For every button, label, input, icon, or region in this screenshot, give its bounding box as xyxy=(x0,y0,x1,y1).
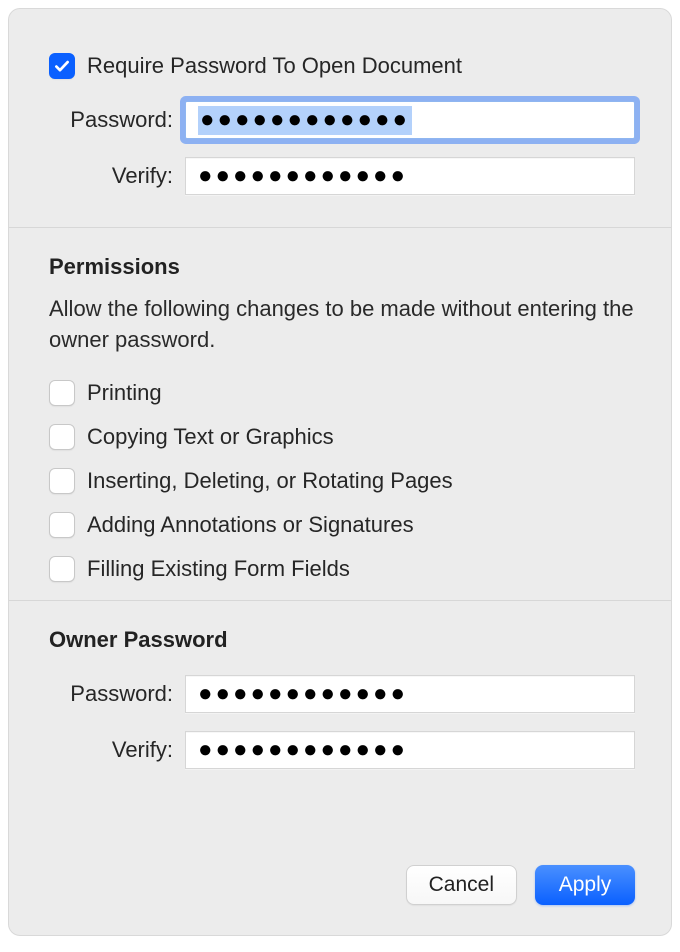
owner-verify-label: Verify: xyxy=(49,737,185,763)
open-verify-label: Verify: xyxy=(49,163,185,189)
owner-verify-row: Verify: ●●●●●●●●●●●● xyxy=(49,731,635,769)
divider xyxy=(9,600,671,601)
perm-printing-checkbox[interactable] xyxy=(49,380,75,406)
perm-inserting-label: Inserting, Deleting, or Rotating Pages xyxy=(87,468,453,494)
owner-password-label: Password: xyxy=(49,681,185,707)
perm-filling-checkbox[interactable] xyxy=(49,556,75,582)
open-verify-row: Verify: ●●●●●●●●●●●● xyxy=(49,157,635,195)
require-password-row: Require Password To Open Document xyxy=(49,53,635,79)
perm-annotations-checkbox[interactable] xyxy=(49,512,75,538)
perm-copying-row: Copying Text or Graphics xyxy=(49,424,635,450)
perm-annotations-row: Adding Annotations or Signatures xyxy=(49,512,635,538)
open-verify-input[interactable]: ●●●●●●●●●●●● xyxy=(185,157,635,195)
owner-password-input[interactable]: ●●●●●●●●●●●● xyxy=(185,675,635,713)
perm-printing-row: Printing xyxy=(49,380,635,406)
cancel-button[interactable]: Cancel xyxy=(406,865,517,905)
permissions-title: Permissions xyxy=(49,254,635,280)
perm-filling-label: Filling Existing Form Fields xyxy=(87,556,350,582)
require-password-checkbox[interactable] xyxy=(49,53,75,79)
perm-filling-row: Filling Existing Form Fields xyxy=(49,556,635,582)
open-password-row: Password: ●●●●●●●●●●●● xyxy=(49,101,635,139)
perm-printing-label: Printing xyxy=(87,380,162,406)
dialog-buttons: Cancel Apply xyxy=(406,865,635,905)
perm-copying-label: Copying Text or Graphics xyxy=(87,424,334,450)
permissions-description: Allow the following changes to be made w… xyxy=(49,294,635,356)
perm-copying-checkbox[interactable] xyxy=(49,424,75,450)
owner-verify-input[interactable]: ●●●●●●●●●●●● xyxy=(185,731,635,769)
checkmark-icon xyxy=(53,57,71,75)
owner-password-title: Owner Password xyxy=(49,627,635,653)
perm-inserting-checkbox[interactable] xyxy=(49,468,75,494)
divider xyxy=(9,227,671,228)
open-password-input[interactable]: ●●●●●●●●●●●● xyxy=(185,101,635,139)
password-permissions-dialog: Require Password To Open Document Passwo… xyxy=(8,8,672,936)
require-password-label: Require Password To Open Document xyxy=(87,53,462,79)
apply-button[interactable]: Apply xyxy=(535,865,635,905)
perm-inserting-row: Inserting, Deleting, or Rotating Pages xyxy=(49,468,635,494)
perm-annotations-label: Adding Annotations or Signatures xyxy=(87,512,414,538)
owner-password-row: Password: ●●●●●●●●●●●● xyxy=(49,675,635,713)
open-password-label: Password: xyxy=(49,107,185,133)
